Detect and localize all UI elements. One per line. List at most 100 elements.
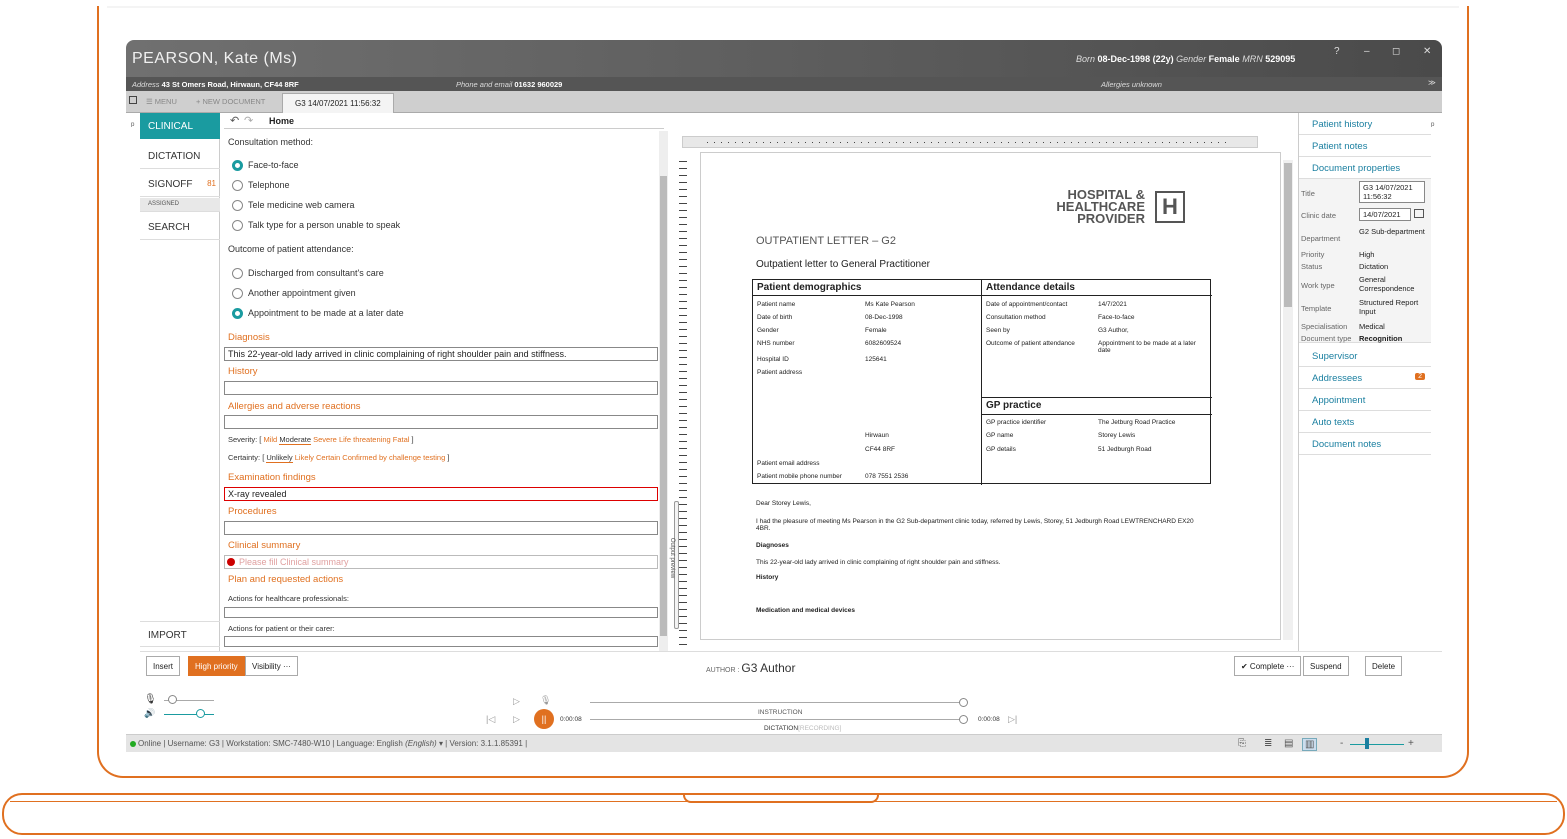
undo-icon[interactable]: ↶ (230, 114, 239, 127)
actions-patient-field[interactable] (224, 636, 658, 647)
visibility-button[interactable]: Visibility ··· (245, 656, 298, 676)
window-icon[interactable] (129, 96, 137, 104)
pin-icon[interactable]: ᵖ (1431, 120, 1434, 130)
supervisor-link[interactable]: Supervisor (1299, 345, 1431, 367)
nav-dictation[interactable]: DICTATION (140, 143, 220, 169)
document-properties-link[interactable]: Document properties (1299, 157, 1431, 179)
zoom-in-button[interactable]: + (1408, 738, 1414, 749)
nav-search[interactable]: SEARCH (140, 214, 220, 240)
demographics-table: Patient demographics Attendance details … (752, 279, 1212, 485)
app-window: PEARSON, Kate (Ms) Born 08-Dec-1998 (22y… (126, 40, 1442, 752)
forward-icon[interactable]: ▷| (1008, 714, 1017, 725)
help-button[interactable]: ? (1334, 46, 1340, 57)
radio-later-date[interactable] (232, 308, 243, 319)
maximize-button[interactable]: ◻ (1392, 46, 1400, 57)
appointment-link[interactable]: Appointment (1299, 389, 1431, 411)
cell: Patient address (757, 369, 803, 376)
prop-value: General Correspondence (1359, 275, 1415, 293)
certainty-confirmed[interactable]: Confirmed by challenge testing (342, 453, 445, 462)
volume-slider[interactable] (196, 709, 205, 718)
clinical-summary-label: Clinical summary (228, 540, 301, 551)
online-indicator (130, 741, 136, 747)
radio-web-camera[interactable] (232, 200, 243, 211)
tab-active-document[interactable]: G3 14/07/2021 11:56:32 (282, 93, 394, 113)
title-bar: PEARSON, Kate (Ms) Born 08-Dec-1998 (22y… (126, 40, 1442, 77)
certainty-likely[interactable]: Likely (295, 453, 314, 462)
expand-icon[interactable]: ≫ (1428, 78, 1436, 87)
plan-label: Plan and requested actions (228, 574, 344, 585)
consultation-label: Consultation method: (228, 137, 314, 147)
dictation-position-knob[interactable] (959, 715, 968, 724)
exam-field[interactable]: X-ray revealed (224, 487, 658, 501)
radio-face-to-face[interactable] (232, 160, 243, 171)
patient-notes-link[interactable]: Patient notes (1299, 135, 1431, 157)
detail-view-icon[interactable]: ▤ (1284, 738, 1293, 749)
severity-mild[interactable]: Mild (263, 435, 277, 444)
minimize-button[interactable]: – (1364, 46, 1370, 57)
allergies-field[interactable] (224, 415, 658, 429)
nav-import[interactable]: IMPORT (140, 621, 220, 647)
suspend-button[interactable]: Suspend (1303, 656, 1349, 676)
delete-button[interactable]: Delete (1365, 656, 1403, 676)
page-view-icon[interactable]: ⎘ (1238, 738, 1246, 749)
new-document-button[interactable]: + NEW DOCUMENT (196, 97, 265, 106)
procedures-field[interactable] (224, 521, 658, 535)
severity-life-threatening[interactable]: Life threatening (339, 435, 391, 444)
menu-button[interactable]: ☰ MENU (146, 97, 177, 106)
certainty-unlikely[interactable]: Unlikely (266, 453, 293, 463)
record-instruction-icon[interactable]: 🎙 (540, 695, 551, 706)
preview-scrollbar[interactable] (1283, 160, 1293, 640)
pause-button[interactable]: || (534, 709, 554, 729)
list-view-icon[interactable]: ≣ (1264, 738, 1272, 749)
diagnosis-label: Diagnosis (228, 332, 270, 343)
severity-severe[interactable]: Severe (313, 435, 337, 444)
patient-summary: Born 08-Dec-1998 (22y) Gender Female MRN… (1076, 54, 1296, 64)
nav-clinical[interactable]: CLINICAL (140, 113, 220, 139)
history-field[interactable] (224, 381, 658, 395)
address-bar: Address 43 St Omers Road, Hirwaun, CF44 … (126, 77, 1442, 91)
document-notes-link[interactable]: Document notes (1299, 433, 1431, 455)
radio-discharged[interactable] (232, 268, 243, 279)
clinic-date-field[interactable]: 14/07/2021 (1359, 208, 1411, 221)
insert-button[interactable]: Insert (146, 656, 181, 676)
play-icon[interactable]: ▷ (513, 714, 520, 725)
complete-button[interactable]: ✔ Complete ··· (1234, 656, 1302, 676)
play-instruction-icon[interactable]: ▷ (513, 696, 520, 707)
prop-key: Specialisation (1301, 322, 1348, 331)
actions-hp-field[interactable] (224, 607, 658, 618)
severity-fatal[interactable]: Fatal (393, 435, 410, 444)
auto-texts-link[interactable]: Auto texts (1299, 411, 1431, 433)
prop-value: Medical (1359, 322, 1385, 331)
addressees-link[interactable]: Addressees 2 (1299, 367, 1431, 389)
radio-talk-type[interactable] (232, 220, 243, 231)
time-total: 0:00:08 (978, 716, 1000, 723)
rewind-icon[interactable]: |◁ (486, 714, 495, 725)
actions-patient-label: Actions for patient or their carer: (228, 624, 335, 633)
high-priority-button[interactable]: High priority (188, 656, 245, 676)
split-view-icon[interactable]: ▥ (1302, 738, 1318, 751)
redo-icon[interactable]: ↷ (244, 114, 253, 127)
instruction-position-knob[interactable] (959, 698, 968, 707)
zoom-out-button[interactable]: - (1340, 738, 1343, 749)
cell: Seen by (986, 327, 1010, 334)
zoom-slider[interactable] (1365, 738, 1369, 749)
pin-icon[interactable]: ᵖ (131, 120, 134, 130)
title-field[interactable]: G3 14/07/2021 11:56:32 (1359, 181, 1425, 203)
calendar-icon[interactable] (1414, 209, 1424, 218)
cell: Face-to-face (1098, 314, 1135, 321)
certainty-certain[interactable]: Certain (316, 453, 340, 462)
nav-assigned[interactable]: ASSIGNED (140, 198, 220, 212)
form-scrollbar[interactable] (659, 131, 668, 651)
severity-moderate[interactable]: Moderate (279, 435, 311, 445)
letter-diagnoses-heading: Diagnoses (756, 542, 789, 549)
nav-signoff[interactable]: SIGNOFF 81 (140, 171, 220, 197)
radio-telephone[interactable] (232, 180, 243, 191)
patient-history-link[interactable]: Patient history (1299, 113, 1431, 135)
radio-another-appointment[interactable] (232, 288, 243, 299)
diagnosis-field[interactable]: This 22-year-old lady arrived in clinic … (224, 347, 658, 361)
clinical-summary-field[interactable]: Please fill Clinical summary (224, 555, 658, 569)
close-button[interactable]: ✕ (1423, 46, 1431, 57)
time-elapsed: 0:00:08 (560, 716, 582, 723)
mic-level-slider[interactable] (168, 695, 177, 704)
output-preview-label[interactable]: Output preview (669, 538, 675, 578)
